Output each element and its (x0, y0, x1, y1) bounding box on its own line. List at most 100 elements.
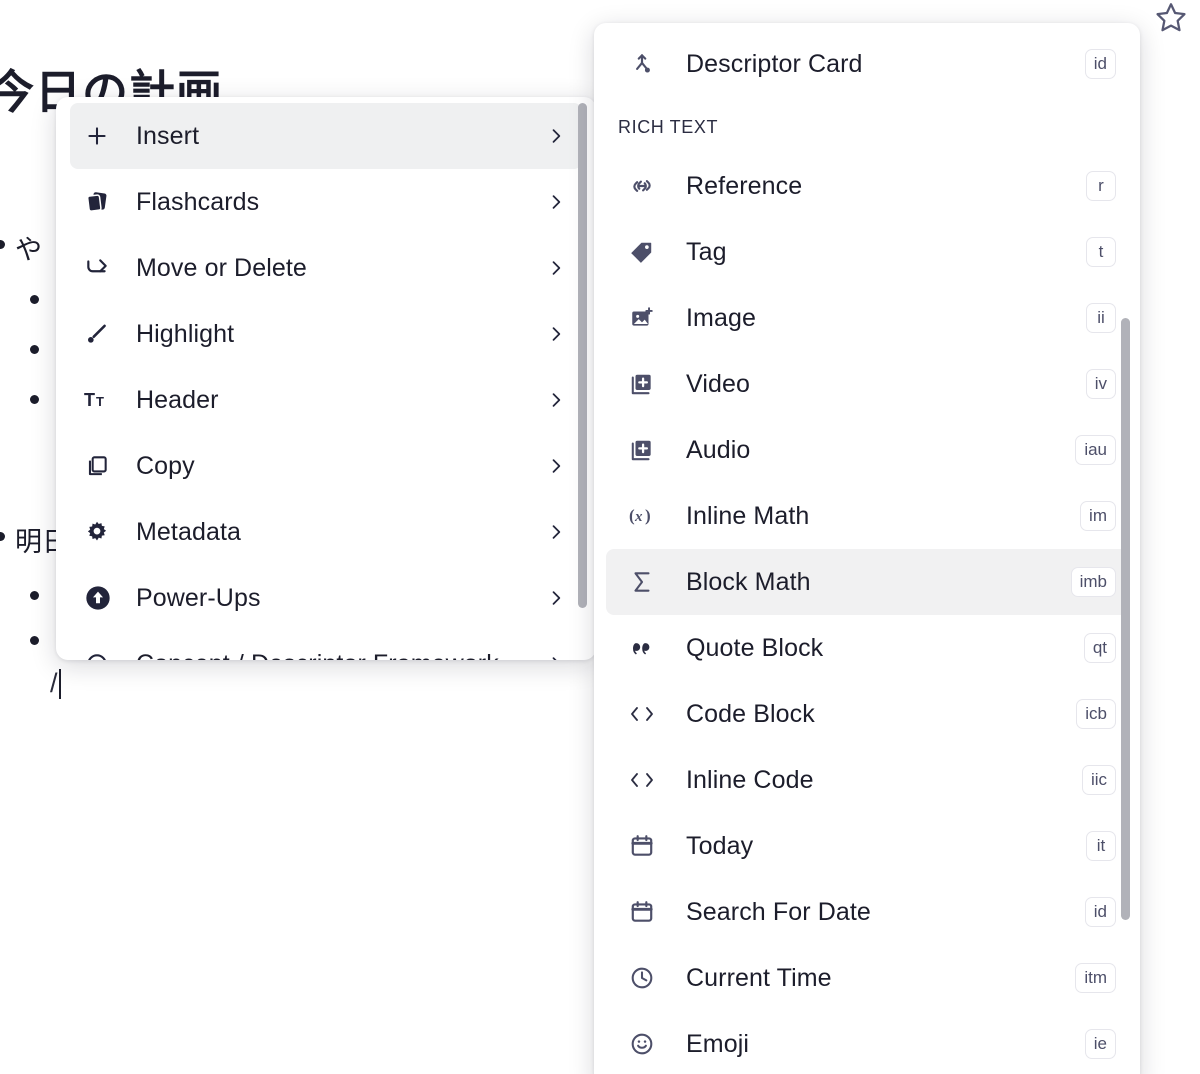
submenu-item-current-time[interactable]: Current Time itm (606, 945, 1128, 1011)
menu-item-highlight[interactable]: Highlight (70, 301, 582, 367)
context-menu: Insert Flashcards Move or Delete Highlig… (56, 97, 596, 660)
menu-item-concept-descriptor-framework[interactable]: Concept / Descriptor Framework (70, 631, 582, 660)
list-item[interactable]: や (0, 228, 42, 267)
submenu-item-label: Search For Date (686, 897, 871, 926)
menu-item-header[interactable]: TT Header (70, 367, 582, 433)
menu-item-label: Move or Delete (136, 253, 307, 282)
menu-item-label: Highlight (136, 319, 235, 348)
submenu-item-label: Audio (686, 435, 751, 464)
submenu-item-label: Tag (686, 237, 727, 266)
submenu-item-inline-math[interactable]: (x) Inline Math im (606, 483, 1128, 549)
clock-icon (624, 965, 660, 991)
bullet-icon (30, 591, 39, 600)
list-item[interactable] (30, 586, 49, 600)
chevron-right-icon (546, 522, 566, 542)
menu-item-power-ups[interactable]: Power-Ups (70, 565, 582, 631)
chevron-right-icon (546, 324, 566, 344)
chevron-right-icon (546, 192, 566, 212)
menu-item-metadata[interactable]: Metadata (70, 499, 582, 565)
bullet-icon (0, 532, 5, 541)
menu-item-flashcards[interactable]: Flashcards (70, 169, 582, 235)
submenu-item-audio[interactable]: Audio iau (606, 417, 1128, 483)
calendar-icon (624, 833, 660, 859)
image-icon (624, 305, 660, 331)
quote-icon (624, 635, 660, 661)
smiley-icon (624, 1031, 660, 1057)
submenu-item-search-for-date[interactable]: Search For Date id (606, 879, 1128, 945)
tag-icon (624, 239, 660, 265)
plus-icon (84, 123, 118, 149)
submenu-item-label: Block Math (686, 567, 811, 596)
power-up-icon (84, 584, 118, 612)
calendar-icon (624, 899, 660, 925)
bullet-icon (0, 240, 5, 249)
list-item[interactable] (30, 290, 49, 304)
submenu-item-block-math[interactable]: Block Math imb (606, 549, 1128, 615)
copy-icon (84, 453, 118, 479)
submenu-item-tag[interactable]: Tag t (606, 219, 1128, 285)
submenu-item-label: Inline Math (686, 501, 810, 530)
menu-item-label: Concept / Descriptor Framework (118, 650, 546, 661)
submenu-item-emoji[interactable]: Emoji ie (606, 1011, 1128, 1074)
shortcut-badge: t (1086, 237, 1116, 267)
section-header-rich-text: RICH TEXT (618, 116, 719, 137)
list-item[interactable] (30, 340, 49, 354)
chevron-right-icon (546, 390, 566, 410)
list-item-label: や (15, 235, 42, 265)
submenu-item-today[interactable]: Today it (606, 813, 1128, 879)
chevron-right-icon (546, 258, 566, 278)
chevron-right-icon (546, 588, 566, 608)
inline-math-icon: (x) (624, 503, 660, 529)
chevron-right-icon (546, 126, 566, 146)
list-item[interactable] (30, 390, 49, 404)
shortcut-badge: iic (1081, 765, 1116, 795)
chevron-right-icon (546, 456, 566, 476)
submenu-item-code-block[interactable]: Code Block icb (606, 681, 1128, 747)
video-icon (624, 371, 660, 397)
submenu-item-image[interactable]: Image ii (606, 285, 1128, 351)
shortcut-badge: iau (1075, 435, 1116, 465)
insert-submenu-scrollbar[interactable] (1121, 318, 1130, 920)
sigma-icon (624, 569, 660, 595)
menu-item-copy[interactable]: Copy (70, 433, 582, 499)
submenu-item-quote-block[interactable]: Quote Block qt (606, 615, 1128, 681)
submenu-item-label: Reference (686, 171, 803, 200)
shortcut-badge: id (1084, 49, 1116, 79)
code-icon (624, 701, 660, 727)
audio-icon (624, 437, 660, 463)
context-menu-scroll-area[interactable]: Insert Flashcards Move or Delete Highlig… (56, 103, 596, 660)
editor-caret-line[interactable]: / (50, 668, 61, 699)
bullet-icon (30, 636, 39, 645)
shortcut-badge: icb (1076, 699, 1116, 729)
submenu-item-label: Quote Block (686, 633, 824, 662)
submenu-item-label: Current Time (686, 963, 832, 992)
brush-icon (84, 321, 118, 347)
submenu-item-label: Code Block (686, 699, 815, 728)
concept-icon (84, 651, 118, 660)
menu-item-insert[interactable]: Insert (70, 103, 582, 169)
insert-submenu-scroll-area[interactable]: Descriptor Card id RICH TEXT Reference r… (594, 23, 1140, 1074)
shortcut-badge: iv (1085, 369, 1116, 399)
star-icon[interactable] (1152, 0, 1190, 34)
submenu-item-descriptor-card[interactable]: Descriptor Card id (606, 31, 1128, 97)
shortcut-badge: r (1086, 171, 1116, 201)
menu-item-label: Insert (136, 121, 200, 150)
menu-item-label: Flashcards (136, 187, 260, 216)
submenu-item-video[interactable]: Video iv (606, 351, 1128, 417)
menu-item-label: Metadata (136, 517, 242, 546)
svg-text:T: T (96, 394, 104, 409)
app-root: 今日の計画 や 明日 / Insert Flashcards Move or D… (0, 0, 1200, 1074)
cards-icon (84, 189, 118, 215)
shortcut-badge: imb (1070, 567, 1116, 597)
link-icon (624, 173, 660, 199)
submenu-item-inline-code[interactable]: Inline Code iic (606, 747, 1128, 813)
context-menu-scrollbar[interactable] (578, 103, 587, 608)
merge-icon (624, 51, 660, 77)
move-arrow-icon (84, 255, 118, 281)
gear-icon (84, 519, 118, 545)
code-icon (624, 767, 660, 793)
shortcut-badge: id (1084, 897, 1116, 927)
menu-item-move-or-delete[interactable]: Move or Delete (70, 235, 582, 301)
submenu-item-reference[interactable]: Reference r (606, 153, 1128, 219)
list-item[interactable] (30, 631, 49, 645)
